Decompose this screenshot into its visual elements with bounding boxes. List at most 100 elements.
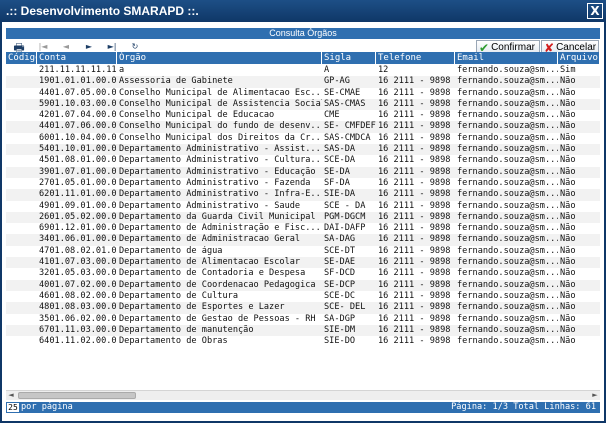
cell-codigo (6, 178, 37, 189)
cell-codigo (6, 99, 37, 110)
window-title: .:: Desenvolvimento SMARAPD ::. (6, 4, 199, 18)
cell-arquivo: Não (560, 211, 576, 222)
cell-conta: 6401.11.02.00.00 (39, 336, 117, 347)
cell-arquivo: Não (560, 290, 576, 301)
column-header-arquivo[interactable]: Arquivo (558, 52, 600, 64)
table-row[interactable]: 2701.05.01.00.00 Departamento Administrat… (6, 178, 600, 189)
cell-email: fernando.souza@sm... (457, 268, 558, 279)
table-row[interactable]: 6901.12.01.00.00 Departamento de Administ… (6, 223, 600, 234)
cell-codigo (6, 302, 37, 313)
cell-telefone: 16 2111 - 9898 (378, 324, 451, 335)
table-row[interactable]: 5901.10.03.00.00 Conselho Municipal de As… (6, 98, 600, 111)
cell-sigla: SE- CMFDEF (324, 121, 376, 132)
cell-arquivo: Não (560, 110, 576, 121)
cell-email: fernando.souza@sm... (457, 65, 558, 75)
table-row[interactable]: 4401.07.05.00.00 Conselho Municipal de Al… (6, 88, 600, 99)
cell-email: fernando.souza@sm... (457, 110, 558, 121)
scroll-left-icon[interactable]: ◄ (6, 391, 16, 400)
table-row[interactable]: 6401.11.02.00.00 Departamento de Obras SIE… (6, 336, 600, 347)
cell-conta: 5401.10.01.00.00 (39, 144, 117, 155)
cell-email: fernando.souza@sm... (457, 223, 558, 234)
cell-sigla: SIE-DO (324, 336, 356, 347)
table-row[interactable]: 4001.07.02.00.00 Departamento de Coordena… (6, 279, 600, 291)
cell-telefone: 16 2111 - 9898 (378, 98, 451, 109)
cell-sigla: SA-DAG (324, 234, 356, 245)
table-row[interactable]: 4201.07.04.00.00 Conselho Municipal de Ed… (6, 110, 600, 121)
cell-telefone: 16 2111 - 9898 (378, 144, 451, 155)
column-header-orgao[interactable]: Órgão (117, 52, 322, 64)
cell-arquivo: Não (560, 144, 576, 155)
cell-sigla: PGM-DGCM (324, 211, 366, 222)
table-row[interactable]: 3401.06.01.00.00 Departamento de Administ… (6, 234, 600, 246)
cell-conta: 2601.05.02.00.00 (39, 211, 117, 222)
cell-orgao: Departamento de água (119, 245, 223, 256)
cell-arquivo: Não (560, 313, 576, 324)
table-row[interactable]: 6201.11.01.00.00 Departamento Administrat… (6, 189, 600, 201)
cell-conta: 4501.08.01.00.00 (39, 155, 117, 166)
cell-codigo (6, 201, 37, 212)
cell-sigla: SCE-DT (324, 245, 356, 256)
horizontal-scrollbar[interactable]: ◄ ► (6, 390, 600, 400)
table-row[interactable]: 4101.07.03.00.00 Departamento de Alimenta… (6, 257, 600, 269)
cell-codigo (6, 246, 37, 257)
cell-orgao: Departamento de manutenção (119, 324, 254, 335)
cell-conta: 4701.08.02.01.00 (39, 245, 117, 256)
table-row[interactable]: 4601.08.02.00.00 Departamento de Cultura S… (6, 291, 600, 302)
cell-email: fernando.souza@sm... (457, 98, 558, 109)
table-row[interactable]: 3201.05.03.00.00 Departamento de Contador… (6, 268, 600, 279)
cell-telefone: 16 2111 - 9898 (378, 223, 451, 234)
cell-email: fernando.souza@sm... (457, 166, 558, 177)
cell-telefone: 16 2111 - 9898 (378, 211, 451, 222)
cell-codigo (6, 88, 37, 99)
table-row[interactable]: 2601.05.02.00.00 Departamento da Guarda C… (6, 211, 600, 224)
cell-conta: 4901.09.01.00.00 (39, 200, 117, 211)
table-row[interactable]: 4701.08.02.01.00 Departamento de água SCE-… (6, 246, 600, 257)
table-row[interactable]: 4401.07.06.00.00 Conselho Municipal do fu… (6, 121, 600, 133)
table-row[interactable]: 1901.01.01.00.00 Assessoria de Gabinete GP… (6, 76, 600, 88)
cell-email: fernando.souza@sm... (457, 257, 558, 268)
cell-sigla: SIE-DA (324, 189, 356, 200)
table-row[interactable]: 3501.06.02.00.00 Departamento de Gestao d… (6, 314, 600, 325)
table-row[interactable]: 6001.10.04.00.00 Conselho Municipal dos D… (6, 133, 600, 144)
cell-arquivo: Não (560, 76, 576, 87)
window-titlebar: .:: Desenvolvimento SMARAPD ::. X (0, 0, 606, 22)
column-header-sigla[interactable]: Sigla (322, 52, 376, 64)
table-row[interactable]: 211.11.11.11.11 a A 12 fernando.souza@sm... S… (6, 65, 600, 76)
cell-arquivo: Não (560, 189, 576, 200)
table-row[interactable]: 5401.10.01.00.00 Departamento Administrat… (6, 144, 600, 156)
cell-email: fernando.souza@sm... (457, 144, 558, 155)
cell-telefone: 16 2111 - 9898 (378, 177, 451, 188)
column-header-conta[interactable]: Conta (37, 52, 117, 64)
scroll-thumb[interactable] (18, 392, 136, 399)
scroll-right-icon[interactable]: ► (590, 391, 600, 400)
cell-sigla: SAS-CMDCA (324, 132, 371, 143)
table-row[interactable]: 4901.09.01.00.00 Departamento Administrat… (6, 201, 600, 212)
page-size-input[interactable]: 25 (7, 403, 19, 412)
column-header-codigo[interactable]: Código (6, 52, 37, 64)
cell-codigo (6, 65, 37, 76)
grid-header: Código Conta Órgão Sigla Telefone Email … (6, 52, 600, 64)
table-row[interactable]: 3901.07.01.00.00 Departamento Administrat… (6, 166, 600, 178)
cell-conta: 3401.06.01.00.00 (39, 234, 117, 245)
cell-sigla: SE-CMAE (324, 87, 361, 98)
table-row[interactable]: 4801.08.03.00.00 Departamento de Esportes… (6, 302, 600, 314)
cell-email: fernando.souza@sm... (457, 279, 558, 290)
cell-orgao: Departamento de Contadoria e Despesa (119, 268, 306, 279)
table-row[interactable]: 4501.08.01.00.00 Departamento Administrat… (6, 155, 600, 166)
grid-body: 211.11.11.11.11 a A 12 fernando.souza@sm... S… (6, 65, 600, 347)
cell-conta: 211.11.11.11.11 (39, 65, 117, 75)
cell-telefone: 16 2111 - 9898 (378, 189, 451, 200)
cell-codigo (6, 336, 37, 347)
cell-telefone: 16 2111 - 9898 (378, 132, 451, 143)
cell-telefone: 16 2111 - 9898 (378, 302, 451, 313)
close-button[interactable]: X (587, 3, 603, 19)
cell-arquivo: Não (560, 121, 576, 132)
column-header-email[interactable]: Email (455, 52, 558, 64)
cell-sigla: SCE-DA (324, 155, 356, 166)
table-row[interactable]: 6701.11.03.00.00 Departamento de manutenç… (6, 324, 600, 337)
column-header-telefone[interactable]: Telefone (376, 52, 455, 64)
cell-codigo (6, 212, 37, 223)
cell-telefone: 16 2111 - 9898 (378, 257, 451, 268)
cell-email: fernando.souza@sm... (457, 200, 558, 211)
cell-arquivo: Não (560, 132, 576, 143)
